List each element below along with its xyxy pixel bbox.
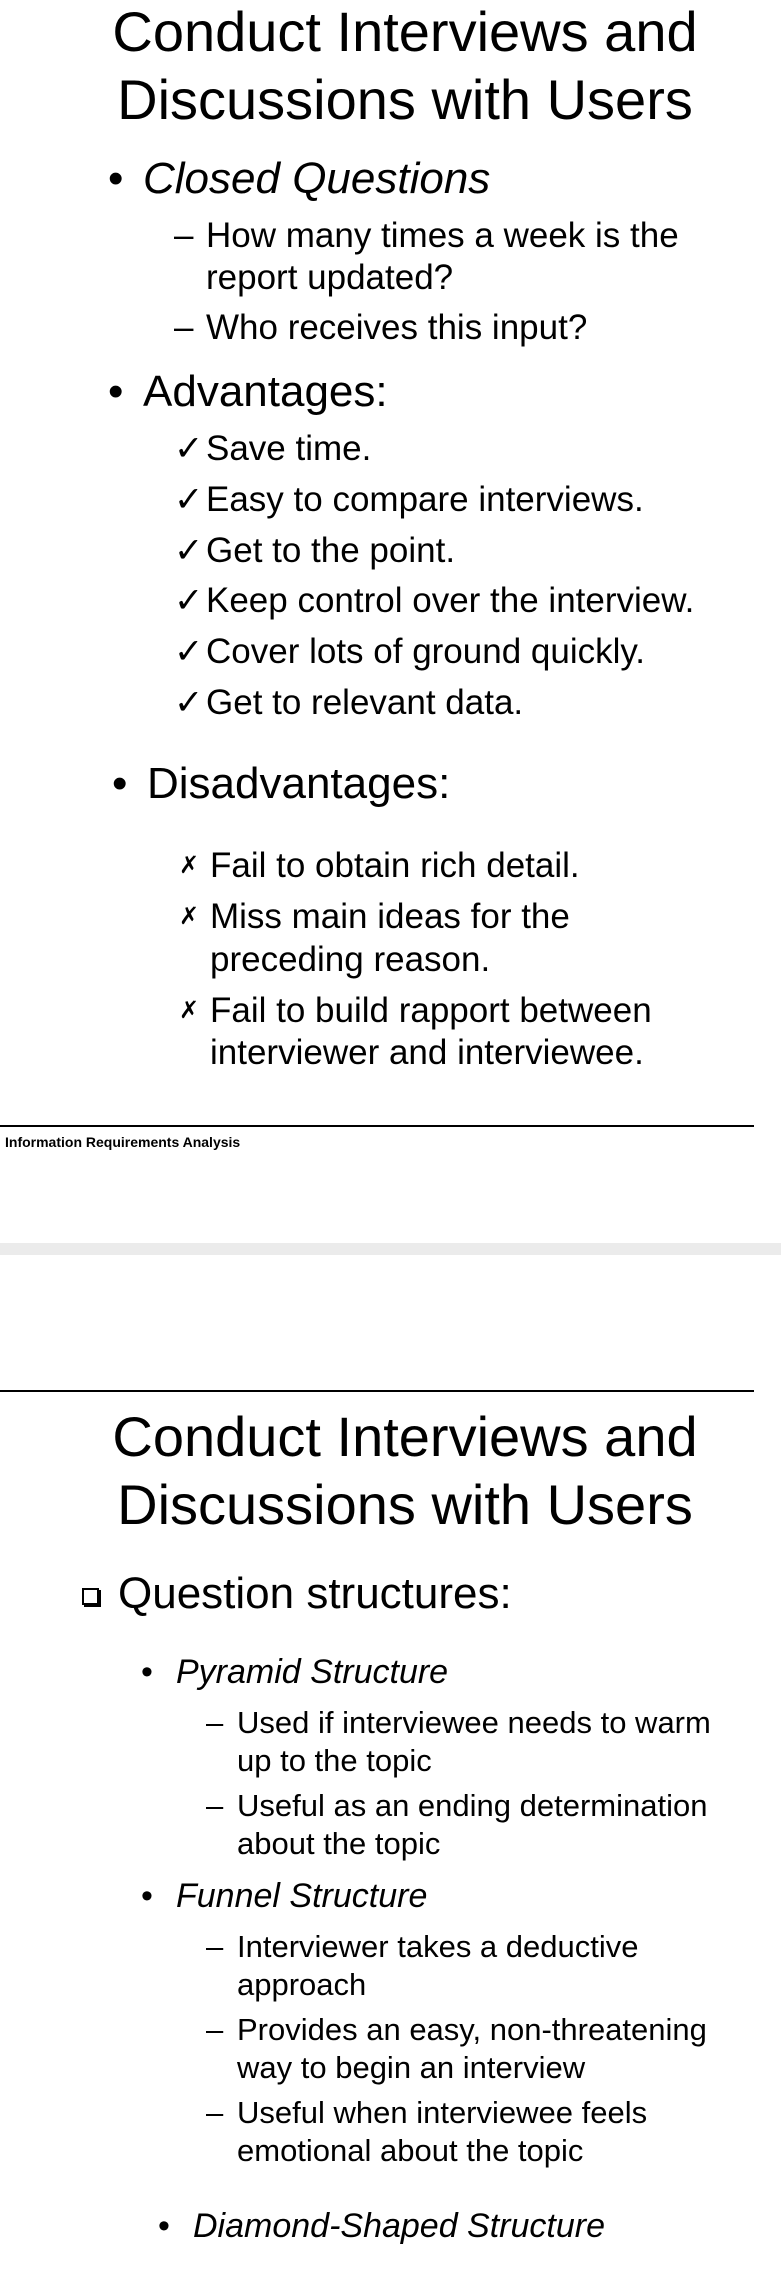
disadvantages-heading: Disadvantages: bbox=[147, 759, 451, 808]
closed-questions-heading: Closed Questions bbox=[143, 154, 491, 203]
funnel-item-2-line-1: Provides an easy, non-threatening bbox=[237, 2012, 707, 2047]
cross-icon: ✗ bbox=[179, 903, 200, 930]
funnel-item-1-line-2: approach bbox=[237, 1967, 367, 2002]
bullet-icon: • bbox=[108, 154, 124, 203]
bullet-icon: • bbox=[158, 2207, 170, 2245]
bullet-icon: • bbox=[141, 1653, 153, 1691]
checkmark-icon: ✓ bbox=[174, 683, 204, 722]
checkmark-icon: ✓ bbox=[174, 531, 204, 570]
closed-question-1-line-1: How many times a week is the bbox=[206, 216, 679, 255]
dash-icon: – bbox=[206, 1705, 224, 1740]
slide-1-title: Conduct Interviews and Discussions with … bbox=[0, 0, 781, 134]
advantage-item-3: Get to the point. bbox=[206, 531, 456, 570]
header-divider bbox=[0, 1390, 754, 1392]
funnel-item-2-line-2: way to begin an interview bbox=[237, 2050, 586, 2085]
pyramid-item-1-line-2: up to the topic bbox=[237, 1743, 432, 1778]
diamond-structure-heading: Diamond-Shaped Structure bbox=[193, 2207, 606, 2245]
advantage-item-2: Easy to compare interviews. bbox=[206, 480, 644, 519]
advantage-item-1: Save time. bbox=[206, 429, 372, 468]
slide-1: Conduct Interviews and Discussions with … bbox=[0, 0, 781, 1243]
slide-2-title-line-1: Conduct Interviews and bbox=[112, 1405, 698, 1468]
disadvantage-3-line-1: Fail to build rapport between bbox=[210, 991, 652, 1030]
closed-question-1-line-2: report updated? bbox=[206, 258, 454, 297]
checkmark-icon: ✓ bbox=[174, 581, 204, 620]
cross-icon: ✗ bbox=[179, 852, 200, 879]
advantage-item-5: Cover lots of ground quickly. bbox=[206, 632, 646, 671]
dash-icon: – bbox=[206, 2012, 224, 2047]
funnel-item-3-line-2: emotional about the topic bbox=[237, 2133, 584, 2168]
checkmark-icon: ✓ bbox=[174, 480, 204, 519]
question-structures-heading: Question structures: bbox=[118, 1569, 512, 1618]
advantage-item-4: Keep control over the interview. bbox=[206, 581, 695, 620]
bullet-icon: • bbox=[108, 367, 124, 416]
slide-1-title-line-2: Discussions with Users bbox=[117, 68, 693, 131]
disadvantage-1-line-1: Fail to obtain rich detail. bbox=[210, 846, 580, 885]
slide-2-title-line-2: Discussions with Users bbox=[117, 1473, 693, 1536]
dash-icon: – bbox=[206, 1788, 224, 1823]
slide-2-title: Conduct Interviews and Discussions with … bbox=[0, 1403, 781, 1539]
funnel-structure-heading: Funnel Structure bbox=[176, 1877, 428, 1915]
dash-icon: – bbox=[206, 1929, 224, 1964]
funnel-item-3-line-1: Useful when interviewee feels bbox=[237, 2095, 648, 2130]
pyramid-structure-heading: Pyramid Structure bbox=[176, 1653, 449, 1691]
advantages-heading: Advantages: bbox=[143, 367, 388, 416]
dash-icon: – bbox=[206, 2095, 224, 2130]
checkmark-icon: ✓ bbox=[174, 632, 204, 671]
cross-icon: ✗ bbox=[179, 997, 200, 1024]
footer-divider bbox=[0, 1125, 754, 1127]
slide-footer: Information Requirements Analysis bbox=[5, 1134, 241, 1150]
square-bullet-icon bbox=[82, 1588, 99, 1605]
closed-question-2-line-1: Who receives this input? bbox=[206, 308, 588, 347]
pyramid-item-2-line-1: Useful as an ending determination bbox=[237, 1788, 708, 1823]
pyramid-item-1-line-1: Used if interviewee needs to warm bbox=[237, 1705, 711, 1740]
advantage-item-6: Get to relevant data. bbox=[206, 683, 524, 722]
dash-icon: – bbox=[174, 308, 194, 347]
bullet-icon: • bbox=[141, 1877, 153, 1915]
slide-1-title-line-1: Conduct Interviews and bbox=[112, 0, 698, 63]
funnel-item-1-line-1: Interviewer takes a deductive bbox=[237, 1929, 639, 1964]
slide-2: Conduct Interviews and Discussions with … bbox=[0, 1255, 781, 2269]
dash-icon: – bbox=[174, 216, 194, 255]
disadvantage-2-line-2: preceding reason. bbox=[210, 940, 491, 979]
checkmark-icon: ✓ bbox=[174, 429, 204, 468]
page-separator bbox=[0, 1243, 781, 1255]
bullet-icon: • bbox=[112, 759, 128, 808]
pyramid-item-2-line-2: about the topic bbox=[237, 1826, 441, 1861]
disadvantage-3-line-2: interviewer and interviewee. bbox=[210, 1033, 644, 1072]
disadvantage-2-line-1: Miss main ideas for the bbox=[210, 897, 570, 936]
